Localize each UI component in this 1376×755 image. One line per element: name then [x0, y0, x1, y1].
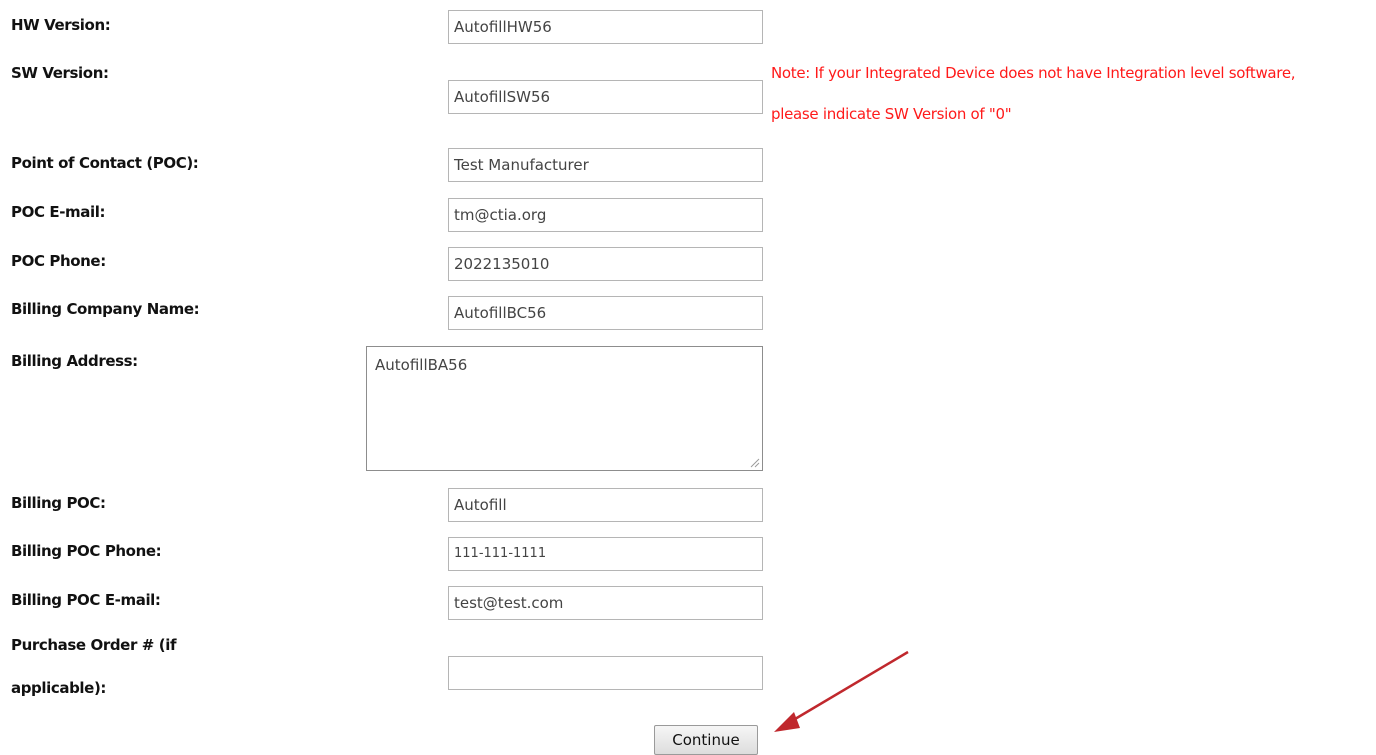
billing-poc-phone-label: Billing POC Phone:: [11, 542, 162, 560]
red-arrow-icon: [774, 650, 909, 732]
sw-version-input[interactable]: AutofillSW56: [448, 80, 763, 114]
billing-poc-input[interactable]: Autofill: [448, 488, 763, 522]
billing-address-textarea[interactable]: AutofillBA56: [366, 346, 763, 471]
poc-phone-input[interactable]: 2022135010: [448, 247, 763, 281]
billing-poc-label: Billing POC:: [11, 494, 106, 512]
hw-version-label: HW Version:: [11, 16, 111, 34]
purchase-order-input[interactable]: [448, 656, 763, 690]
billing-address-value: AutofillBA56: [375, 356, 468, 374]
purchase-order-label-line1: Purchase Order # (if: [11, 636, 177, 654]
poc-email-label: POC E-mail:: [11, 203, 106, 221]
billing-poc-email-input[interactable]: test@test.com: [448, 586, 763, 620]
sw-version-label: SW Version:: [11, 64, 109, 82]
billing-poc-phone-input[interactable]: 111-111-1111: [448, 537, 763, 571]
poc-input[interactable]: Test Manufacturer: [448, 148, 763, 182]
purchase-order-label-line2: applicable):: [11, 679, 106, 697]
order-form-page: HW Version: AutofillHW56 SW Version: Aut…: [0, 0, 1376, 755]
poc-email-input[interactable]: tm@ctia.org: [448, 198, 763, 232]
poc-phone-label: POC Phone:: [11, 252, 106, 270]
sw-version-note-line2: please indicate SW Version of "0": [771, 105, 1012, 123]
poc-label: Point of Contact (POC):: [11, 154, 199, 172]
resize-grip-icon[interactable]: [750, 458, 760, 468]
sw-version-note-line1: Note: If your Integrated Device does not…: [771, 64, 1296, 82]
billing-company-input[interactable]: AutofillBC56: [448, 296, 763, 330]
billing-company-label: Billing Company Name:: [11, 300, 200, 318]
billing-address-label: Billing Address:: [11, 352, 138, 370]
continue-button[interactable]: Continue: [654, 725, 758, 755]
billing-poc-email-label: Billing POC E-mail:: [11, 591, 161, 609]
hw-version-input[interactable]: AutofillHW56: [448, 10, 763, 44]
